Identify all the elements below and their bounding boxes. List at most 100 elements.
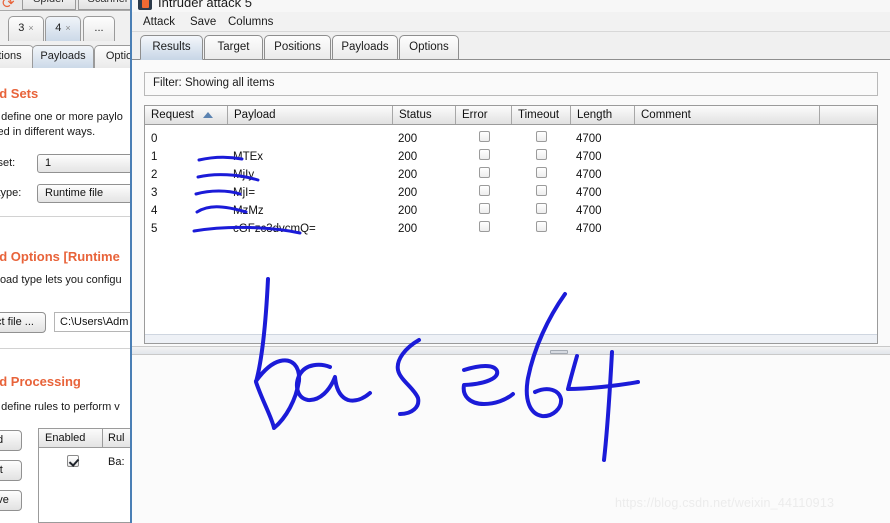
processing-remove-button[interactable]: ove xyxy=(0,490,22,511)
tab-target[interactable]: Target xyxy=(204,35,263,60)
cell-timeout-checkbox[interactable] xyxy=(536,149,547,160)
attack-tab-4-label: 4 xyxy=(55,22,62,34)
burp-logo-icon: ⟳ xyxy=(2,0,15,11)
tab-payloads[interactable]: Payloads xyxy=(332,35,398,60)
filter-bar[interactable]: Filter: Showing all items xyxy=(144,72,878,96)
cell-error-checkbox[interactable] xyxy=(479,221,490,232)
attack-tab-3[interactable]: 3 × xyxy=(8,16,44,41)
cell-timeout-checkbox[interactable] xyxy=(536,221,547,232)
cell-status: 200 xyxy=(398,169,418,181)
cell-request: 0 xyxy=(151,133,158,145)
payload-file-path-field[interactable]: C:\Users\Adm xyxy=(54,312,132,332)
sub-tab-options[interactable]: Optio xyxy=(94,45,132,68)
cell-error-checkbox[interactable] xyxy=(479,185,490,196)
payload-processing-rules-table: Enabled Rul Ba: xyxy=(38,428,132,523)
cell-error-checkbox[interactable] xyxy=(479,149,490,160)
processing-edit-button[interactable]: it xyxy=(0,460,22,481)
attack-tab-more[interactable]: ... xyxy=(83,16,115,41)
payload-type-combo[interactable]: Runtime file xyxy=(37,184,132,203)
window-titlebar[interactable]: Intruder attack 5 xyxy=(132,0,890,12)
cell-error-checkbox[interactable] xyxy=(479,203,490,214)
rules-col-rule[interactable]: Rul xyxy=(108,432,125,444)
cell-request: 3 xyxy=(151,187,158,199)
tab-positions[interactable]: Positions xyxy=(264,35,331,60)
attack-tab-3-close-icon[interactable]: × xyxy=(28,23,33,33)
burp-intruder-sub-tab-strip: tions Payloads Optio xyxy=(0,42,132,68)
results-empty-area xyxy=(145,334,877,343)
cell-payload: cGFzc3dvcmQ= xyxy=(233,223,316,235)
cell-error-checkbox[interactable] xyxy=(479,167,490,178)
column-divider-7[interactable] xyxy=(819,106,820,124)
watermark: https://blog.csdn.net/weixin_44110913 xyxy=(615,496,835,510)
column-header-payload[interactable]: Payload xyxy=(228,106,392,124)
menu-columns[interactable]: Columns xyxy=(225,14,276,30)
menu-attack[interactable]: Attack xyxy=(140,14,178,30)
filter-label: Filter: Showing all items xyxy=(153,77,274,89)
rules-table-header: Enabled Rul xyxy=(39,429,132,448)
payload-processing-desc: n define rules to perform v xyxy=(0,401,120,413)
cell-status: 200 xyxy=(398,223,418,235)
cell-timeout-checkbox[interactable] xyxy=(536,131,547,142)
window-title: Intruder attack 5 xyxy=(158,0,252,10)
cell-payload: MTEx xyxy=(233,151,264,163)
cell-status: 200 xyxy=(398,205,418,217)
sub-tab-positions[interactable]: tions xyxy=(0,45,34,68)
rule-name-cell: Ba: xyxy=(108,456,125,468)
sort-ascending-icon[interactable] xyxy=(203,112,213,118)
cell-request: 4 xyxy=(151,205,158,217)
screenshot-root: ⟳ Spider Scanner 3× 4× ... tions Payload… xyxy=(0,0,890,523)
results-tab-content: Filter: Showing all items Request Payloa… xyxy=(132,60,890,523)
cell-request: 5 xyxy=(151,223,158,235)
cell-length: 4700 xyxy=(576,223,602,235)
payload-set-label: l set: xyxy=(0,157,16,169)
cell-status: 200 xyxy=(398,151,418,163)
menu-save[interactable]: Save xyxy=(187,14,219,30)
payload-options-heading: ad Options [Runtime xyxy=(0,249,120,264)
column-header-error[interactable]: Error xyxy=(456,106,511,124)
cell-error-checkbox[interactable] xyxy=(479,131,490,142)
attack-tab-4-close-icon[interactable]: × xyxy=(65,23,70,33)
splitter-grip-handle[interactable] xyxy=(550,350,568,354)
rules-col-enabled[interactable]: Enabled xyxy=(45,432,85,444)
cell-length: 4700 xyxy=(576,133,602,145)
burp-app-icon xyxy=(138,0,152,10)
cell-request: 1 xyxy=(151,151,158,163)
cell-timeout-checkbox[interactable] xyxy=(536,203,547,214)
tab-results[interactable]: Results xyxy=(140,35,203,60)
menubar: Attack Save Columns xyxy=(132,12,890,32)
payload-processing-heading: ad Processing xyxy=(0,374,81,389)
sub-tab-payloads[interactable]: Payloads xyxy=(32,45,94,68)
column-header-comment[interactable]: Comment xyxy=(635,106,819,124)
panel-divider-1 xyxy=(0,216,132,217)
column-header-request[interactable]: Request xyxy=(145,106,227,124)
pane-splitter[interactable] xyxy=(132,346,890,355)
tab-options[interactable]: Options xyxy=(399,35,459,60)
burp-tab-spider[interactable]: Spider xyxy=(22,0,76,10)
rule-enabled-checkbox[interactable] xyxy=(67,455,79,467)
cell-request: 2 xyxy=(151,169,158,181)
column-header-timeout[interactable]: Timeout xyxy=(512,106,570,124)
cell-length: 4700 xyxy=(576,187,602,199)
burp-main-tab-strip: ⟳ Spider Scanner xyxy=(0,0,132,11)
burp-attack-tab-strip: 3 × 4 × ... xyxy=(0,12,132,42)
intruder-attack-window: Intruder attack 5 Attack Save Columns Re… xyxy=(132,0,890,523)
payload-sets-heading: ad Sets xyxy=(0,86,39,101)
cell-status: 200 xyxy=(398,187,418,199)
rules-col-divider[interactable] xyxy=(102,429,103,448)
column-header-status[interactable]: Status xyxy=(393,106,455,124)
column-header-length[interactable]: Length xyxy=(571,106,634,124)
attack-tab-strip: Results Target Positions Payloads Option… xyxy=(132,33,890,60)
cell-payload: MjI= xyxy=(233,187,256,199)
cell-status: 200 xyxy=(398,133,418,145)
cell-timeout-checkbox[interactable] xyxy=(536,185,547,196)
cell-timeout-checkbox[interactable] xyxy=(536,167,547,178)
payload-set-combo[interactable]: 1 xyxy=(37,154,132,173)
attack-tab-4[interactable]: 4 × xyxy=(45,16,81,41)
processing-add-button[interactable]: d xyxy=(0,430,22,451)
select-file-button[interactable]: ct file ... xyxy=(0,312,46,333)
burp-tab-scanner[interactable]: Scanner xyxy=(78,0,132,10)
cell-length: 4700 xyxy=(576,205,602,217)
payload-sets-desc-line1: n define one or more paylo xyxy=(0,111,123,123)
attack-tab-3-label: 3 xyxy=(18,22,25,34)
filter-value: Showing all items xyxy=(184,77,275,89)
